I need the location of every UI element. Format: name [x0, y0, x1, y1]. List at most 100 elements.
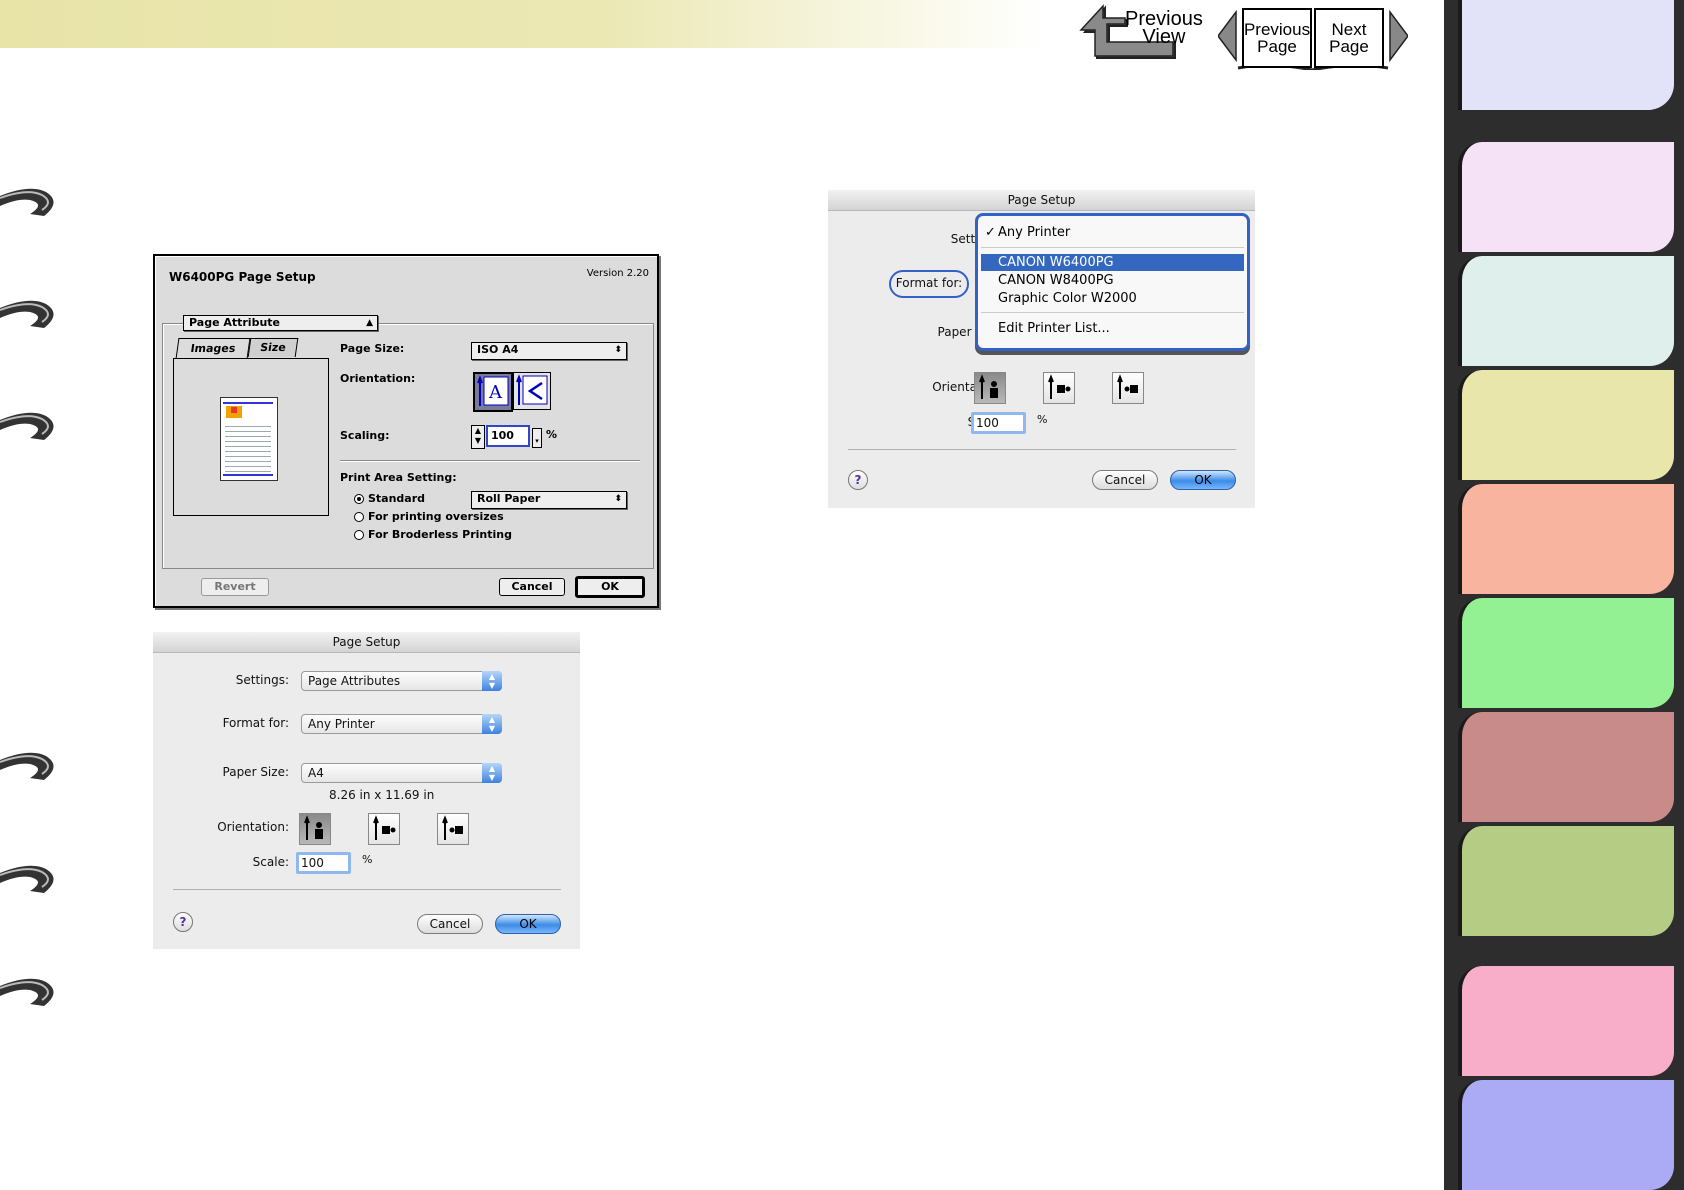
page-size-popup[interactable]: ISO A4 ⬍	[471, 342, 627, 360]
portrait-orientation-button[interactable]	[299, 813, 331, 845]
landscape-right-orientation-button[interactable]	[437, 813, 469, 845]
menu-separator	[981, 312, 1244, 313]
menu-item-edit-printer-list[interactable]: Edit Printer List...	[981, 320, 1244, 337]
portrait-orientation-button[interactable]	[974, 372, 1006, 404]
portrait-icon: A	[477, 375, 509, 406]
ok-button[interactable]: OK	[575, 576, 645, 598]
orientation-label: Orientation:	[217, 820, 289, 834]
divider	[848, 449, 1236, 450]
svg-text:A: A	[488, 382, 503, 403]
previous-view-button[interactable]: Previous View	[1075, 4, 1205, 62]
divider	[340, 460, 640, 461]
scaling-label: Scaling:	[340, 429, 390, 442]
revert-button[interactable]: Revert	[201, 578, 269, 596]
dialog-title: Page Setup	[828, 190, 1255, 211]
landscape-person-icon	[1048, 374, 1071, 399]
tab-size[interactable]: Size	[247, 338, 299, 357]
binder-ring-icon	[0, 752, 54, 780]
dialog-title: W6400PG Page Setup	[169, 270, 316, 284]
scale-input[interactable]: 100	[296, 852, 351, 874]
menu-separator	[981, 247, 1244, 248]
radio-borderless-label: For Broderless Printing	[368, 528, 512, 541]
side-tab-7[interactable]	[1458, 712, 1674, 822]
radio-borderless[interactable]	[354, 530, 364, 540]
side-tab-3[interactable]	[1458, 256, 1674, 366]
scale-unit: %	[362, 853, 373, 866]
menu-item-graphic-color-w2000[interactable]: Graphic Color W2000	[981, 290, 1244, 307]
radio-oversizes-label: For printing oversizes	[368, 510, 504, 523]
menu-item-any-printer[interactable]: ✓ Any Printer	[981, 224, 1244, 241]
radio-oversizes[interactable]	[354, 512, 364, 522]
radio-standard-label: Standard	[368, 492, 426, 505]
paper-dimensions: 8.26 in x 11.69 in	[329, 788, 435, 802]
ok-button[interactable]: OK	[495, 914, 561, 934]
radio-standard[interactable]	[354, 494, 364, 504]
menu-item-canon-w6400pg[interactable]: CANON W6400PG	[981, 254, 1244, 271]
side-tab-2[interactable]	[1458, 142, 1674, 252]
binder-ring-icon	[0, 300, 54, 328]
aqua-page-setup-dialog: Page Setup Settings: Page Attributes ▲ ▼ F…	[153, 632, 580, 949]
next-page-button[interactable]: Next Page	[1314, 8, 1384, 68]
previous-view-label: Previous View	[1125, 8, 1203, 48]
paper-size-popup[interactable]: A4 ▲ ▼	[301, 763, 502, 783]
binder-ring-icon	[0, 188, 54, 216]
side-tab-4[interactable]	[1458, 370, 1674, 480]
portrait-person-icon	[979, 374, 998, 399]
scaling-unit: %	[546, 428, 558, 441]
dialog-title: Page Setup	[153, 632, 580, 653]
side-tab-6[interactable]	[1458, 598, 1674, 708]
paper-size-label: Paper Size:	[222, 765, 289, 779]
page-nav-book: Previous Page Next Page	[1218, 6, 1408, 70]
binder-ring-icon	[0, 978, 54, 1006]
orientation-label: Orientation:	[340, 372, 416, 385]
landscape-right-orientation-button[interactable]	[1112, 372, 1144, 404]
portrait-person-icon	[304, 815, 323, 840]
scaling-dropdown[interactable]: ▾	[532, 428, 542, 448]
binder-ring-icon	[0, 412, 54, 440]
scale-input[interactable]: 100	[971, 412, 1026, 434]
side-tab-8[interactable]	[1458, 826, 1674, 936]
format-for-label-highlight: Format for:	[889, 270, 969, 298]
side-tab-5[interactable]	[1458, 484, 1674, 594]
binder-ring-icon	[0, 865, 54, 893]
settings-popup[interactable]: Page Attributes ▲ ▼	[301, 671, 502, 691]
landscape-reverse-person-icon	[1117, 374, 1138, 399]
landscape-icon	[516, 374, 548, 405]
scaling-stepper[interactable]: ▲ ▼	[471, 425, 485, 449]
help-button[interactable]: ?	[173, 912, 193, 932]
scaling-input[interactable]: 100	[486, 425, 530, 447]
print-area-label: Print Area Setting:	[340, 471, 457, 484]
cancel-button[interactable]: Cancel	[417, 914, 483, 934]
format-for-popup[interactable]: Any Printer ▲ ▼	[301, 714, 502, 734]
landscape-person-icon	[373, 815, 396, 840]
format-for-menu: ✓ Any Printer CANON W6400PG CANON W8400PG…	[975, 213, 1250, 351]
portrait-orientation-button[interactable]: A	[473, 372, 513, 412]
landscape-left-orientation-button[interactable]	[1043, 372, 1075, 404]
format-for-label: Format for:	[222, 716, 289, 730]
previous-page-button[interactable]: Previous Page	[1242, 8, 1312, 68]
landscape-reverse-person-icon	[442, 815, 463, 840]
landscape-left-orientation-button[interactable]	[368, 813, 400, 845]
help-button[interactable]: ?	[848, 470, 868, 490]
page-preview-icon	[220, 397, 278, 481]
side-tab-9[interactable]	[1458, 966, 1674, 1076]
header-band	[0, 0, 1100, 48]
version-label: Version 2.20	[586, 268, 649, 279]
tab-images[interactable]: Images	[175, 338, 251, 359]
scale-unit: %	[1037, 413, 1048, 426]
scale-label: Scale:	[252, 855, 289, 869]
cancel-button[interactable]: Cancel	[1092, 470, 1158, 490]
ok-button[interactable]: OK	[1170, 470, 1236, 490]
divider	[173, 889, 561, 890]
roll-paper-popup[interactable]: Roll Paper ⬍	[471, 491, 627, 509]
classic-page-setup-dialog: W6400PG Page Setup Version 2.20 Page Att…	[153, 254, 659, 608]
cancel-button[interactable]: Cancel	[499, 578, 565, 596]
page-size-label: Page Size:	[340, 342, 405, 355]
checkmark-icon: ✓	[985, 225, 996, 240]
panel-popup[interactable]: Page Attribute ▲	[183, 315, 378, 331]
landscape-orientation-button[interactable]	[513, 372, 551, 410]
menu-item-canon-w8400pg[interactable]: CANON W8400PG	[981, 272, 1244, 289]
page-preview-panel	[173, 358, 329, 516]
side-tab-10[interactable]	[1458, 1080, 1674, 1190]
side-tab-1[interactable]	[1458, 0, 1674, 110]
